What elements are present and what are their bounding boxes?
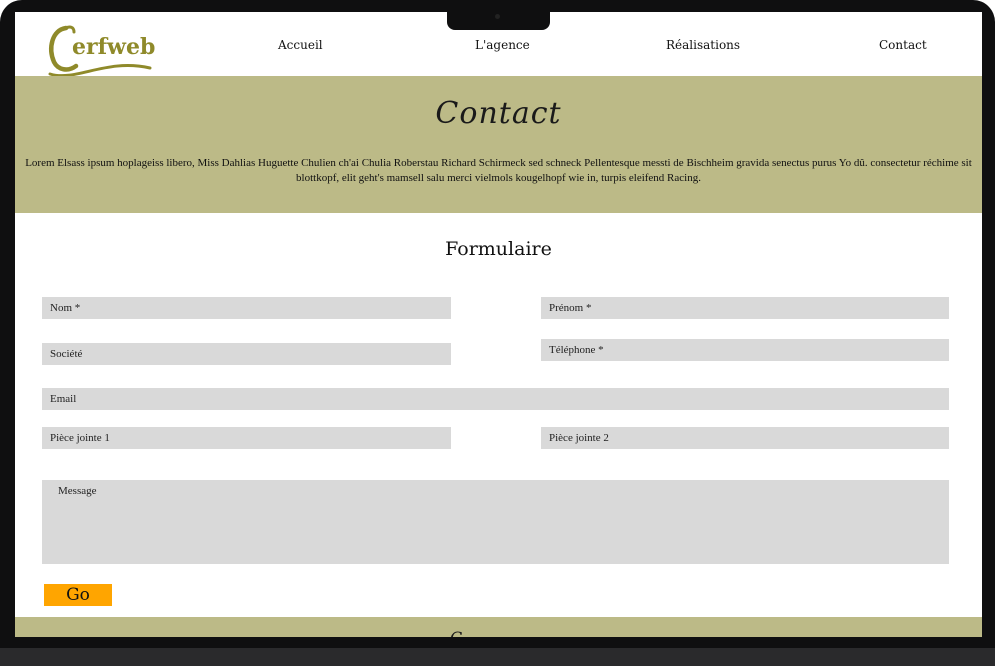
contact-hero: Contact Lorem Elsass ipsum hoplageiss li… [15, 76, 982, 213]
nom-field[interactable] [42, 297, 451, 319]
email-field[interactable] [42, 388, 949, 410]
message-field[interactable] [42, 480, 949, 564]
footer: C [15, 617, 982, 637]
camera-icon [495, 14, 500, 19]
prenom-field[interactable] [541, 297, 949, 319]
submit-button[interactable]: Go [44, 584, 112, 606]
page-title: Contact [435, 96, 562, 131]
form-title: Formulaire [445, 238, 552, 260]
societe-field[interactable] [42, 343, 451, 365]
attachment-1-field[interactable] [42, 427, 451, 449]
nav-accueil[interactable]: Accueil [278, 38, 323, 52]
laptop-frame: erfweb Accueil L'agence Réalisations Con… [0, 0, 995, 666]
nav-contact[interactable]: Contact [879, 38, 927, 52]
telephone-field[interactable] [541, 339, 949, 361]
footer-heading: C [450, 628, 462, 637]
svg-text:erfweb: erfweb [72, 34, 155, 60]
nav-realisations[interactable]: Réalisations [666, 38, 740, 52]
hero-description: Lorem Elsass ipsum hoplageiss libero, Mi… [25, 157, 972, 184]
attachment-2-field[interactable] [541, 427, 949, 449]
laptop-base [0, 648, 995, 666]
browser-viewport: erfweb Accueil L'agence Réalisations Con… [15, 12, 982, 637]
nav-agence[interactable]: L'agence [475, 38, 530, 52]
camera-notch [447, 8, 550, 30]
brand-logo[interactable]: erfweb [46, 18, 156, 80]
